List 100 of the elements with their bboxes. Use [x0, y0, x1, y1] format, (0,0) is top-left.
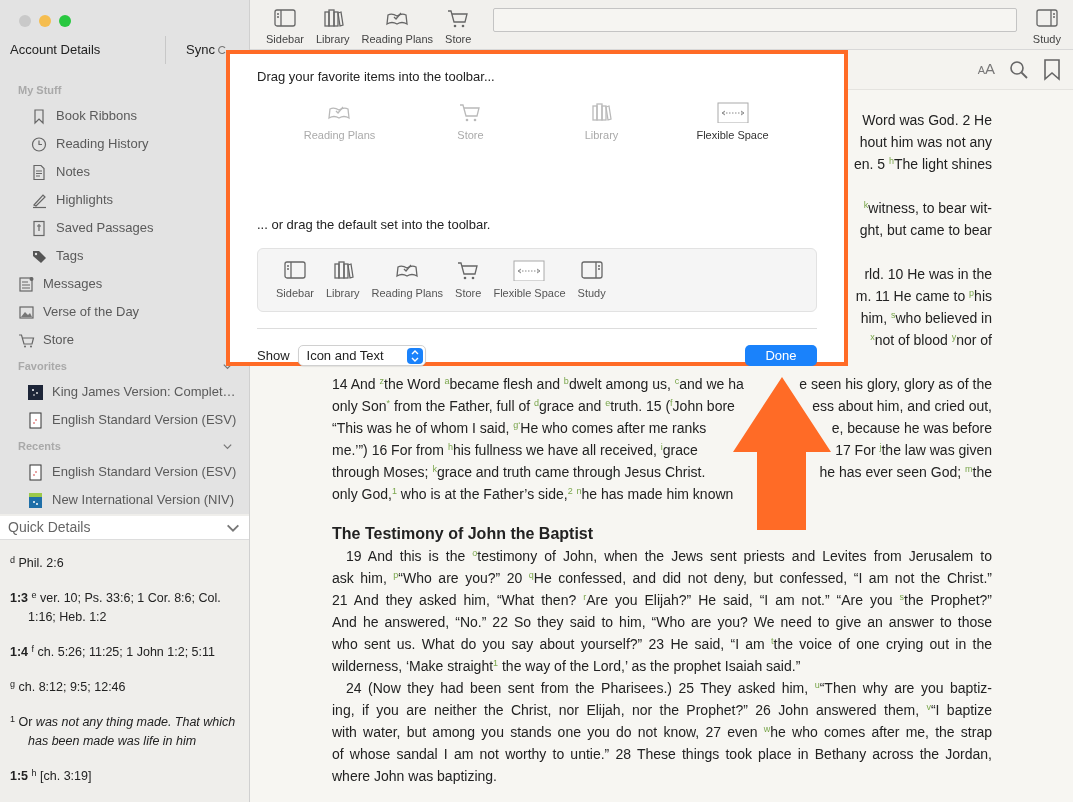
sync-icon[interactable] — [217, 44, 227, 56]
toolbar-button[interactable]: Library — [311, 6, 354, 47]
text-line: $^{k}$witness, to bear wit- — [863, 200, 992, 216]
document-icon — [31, 219, 48, 237]
toolbar-item[interactable]: Store — [455, 258, 482, 302]
nav-item[interactable]: Book Ribbons — [0, 102, 249, 130]
toolbar-item[interactable]: Study — [577, 258, 606, 302]
text-line: 14 And $^{z}$the Word $^{a}$became flesh and $^{b}$dwelt among us, $^{c}$and we ha — [332, 374, 744, 394]
book-cover-icon — [27, 383, 44, 401]
picture-icon — [18, 303, 35, 321]
text-line: ess about him, and cried out, — [812, 397, 992, 416]
toolbar-button[interactable]: Reading Plans — [357, 6, 438, 47]
footnote: $^{d}$ Phil. 2:6 — [10, 554, 65, 572]
panel-title: Quick Details — [8, 518, 91, 537]
default-set-panel[interactable]: Sidebar Library Reading Plans Store Flexible Space Study — [257, 248, 817, 312]
nav-item[interactable]: Reading History — [0, 130, 249, 158]
nav-item[interactable]: Store — [0, 326, 249, 354]
book-cover-icon — [27, 463, 44, 481]
nav-item[interactable]: Saved Passages — [0, 214, 249, 242]
flex-icon — [716, 100, 749, 123]
text-line: ght, but came to bear — [859, 222, 992, 238]
dialog-instruction: Drag your favorite items into the toolbar... — [257, 68, 496, 86]
nav-item[interactable]: English Standard Version (ESV) — [0, 458, 249, 486]
nav-item[interactable]: New International Version (NIV) — [0, 486, 249, 514]
text-line: 21 And they asked him, “What then? $^{r}$Are you Elijah?” He said, “I am not.” “Are you $^{s}$the Prophet?” — [332, 590, 992, 610]
search-icon[interactable] — [1009, 59, 1029, 80]
toolbar-item: Library — [536, 100, 667, 185]
zoom-window-icon[interactable] — [59, 15, 71, 27]
footnote: $^{g}$ ch. 8:12; 9:5; 12:46 — [10, 678, 127, 696]
flex-icon — [513, 258, 546, 281]
text-line: 19 And this is the $^{o}$testimony of John, when the Jews sent priests and Levites from Jerusalem to — [345, 546, 992, 566]
bookmark-icon[interactable] — [1043, 58, 1061, 81]
toolbar-item[interactable]: Reading Plans — [371, 258, 444, 302]
footnote: 1:4 $^{f}$ ch. 5:26; 11:25; 1 John 1:2; 5:11 — [10, 643, 216, 661]
text-line: And he answered, “No.” 22 So they said to him, “Who are you? We need to give an answer to those — [332, 613, 992, 632]
nav-item[interactable]: Verse of the Day — [0, 298, 249, 326]
sync-tab[interactable]: Sync — [186, 40, 215, 60]
footnote: $^{1}$ Or was not any thing made. That which has been made was life in him — [10, 713, 237, 750]
show-select[interactable]: Icon and Text — [297, 345, 426, 366]
nav-item[interactable]: King James Version: Complet… — [0, 378, 249, 406]
toolbar-item[interactable]: Flexible Space — [667, 100, 798, 185]
text-line: 17 For $^{j}$the law was given — [835, 440, 992, 460]
text-line: wilderness, ‘Make straight$^{1}$ the way of the Lord,’ as the prophet Isaiah said.” — [332, 656, 802, 676]
nav-item[interactable]: Tags — [0, 242, 249, 270]
toolbar-button[interactable]: Sidebar — [262, 6, 308, 47]
search-field[interactable] — [493, 8, 1017, 32]
footnote: 1:5 $^{h}$ [ch. 3:19] — [10, 767, 93, 785]
section-heading: The Testimony of John the Baptist — [332, 524, 595, 544]
text-line: through Moses; $^{k}$grace and truth came through Jesus Christ. — [332, 462, 706, 482]
toolbar-button[interactable]: Study — [1028, 6, 1065, 47]
text-line: rld. 10 He was in the — [864, 266, 992, 282]
toolbar-item[interactable]: Sidebar — [276, 258, 314, 302]
text-line: e, because he was before — [831, 419, 992, 438]
section-header: Recents — [18, 438, 61, 454]
text-line: $^{x}$not of blood $^{y}$nor of — [870, 332, 992, 348]
toolbar-item[interactable]: Library — [325, 258, 360, 302]
sidebar-icon — [272, 6, 297, 29]
toolbar-item[interactable]: Flexible Space — [493, 258, 566, 302]
text-line: Word was God. 2 He — [862, 112, 992, 128]
cart-icon — [18, 331, 35, 349]
text-line: who sent us. What do you say about yourself?” 23 He said, “I am $^{t}$the voice of one crying out in the — [332, 634, 992, 654]
study-icon — [1034, 6, 1059, 29]
toolbar-item: Store — [405, 100, 536, 185]
footnote: 1:3 $^{e}$ ver. 10; Ps. 33:6; 1 Cor. 8:6; Col. 1:16; Heb. 1:2 — [10, 589, 222, 626]
text-line: of whose sandal I am not worthy to untie.” 28 These things took place in Bethany across the Jordan, — [332, 745, 992, 764]
text-size-button[interactable]: AA — [977, 58, 995, 81]
note-icon — [31, 163, 48, 181]
study-icon — [579, 258, 604, 281]
done-button[interactable]: Done — [745, 345, 817, 366]
nav-item[interactable]: Notes — [0, 158, 249, 186]
text-line: m. 11 He came to $^{p}$his — [855, 288, 992, 304]
section-header: Favorites — [18, 358, 67, 374]
section-header: My Stuff — [18, 82, 62, 98]
account-details-tab[interactable]: Account Details — [0, 40, 165, 60]
field-label: Show — [257, 346, 290, 365]
nav-item[interactable]: English Standard Version (ESV) — [0, 406, 249, 434]
sidebar-icon — [282, 258, 307, 281]
nav-item[interactable]: Highlights — [0, 186, 249, 214]
book-cover-icon — [27, 411, 44, 429]
toolbar-item: Reading Plans — [274, 100, 405, 185]
text-line: e seen his glory, glory as of the — [799, 375, 992, 394]
toolbar-button[interactable]: Store — [441, 6, 476, 47]
dialog-instruction: ... or drag the default set into the toolbar. — [257, 215, 492, 234]
text-line: him, $^{s}$who believed in — [860, 310, 992, 326]
text-line: ask him, $^{p}$“Who are you?” 20 $^{q}$He confessed, and did not deny, but confessed, “I am not the Christ.” — [332, 568, 992, 588]
stepper-icon — [410, 349, 419, 362]
text-line: he has ever seen God; $^{m}$the — [819, 462, 992, 482]
text-line: me.’”) 16 For from $^{h}$his fullness we have all received, $^{i}$grace — [332, 440, 698, 460]
clock-icon — [31, 135, 48, 153]
text-line: hout him was not any — [859, 134, 992, 150]
text-line: only Son$^{*}$ from the Father, full of $^{d}$grace and $^{e}$truth. 15 ($^{f}$John bore — [332, 396, 735, 416]
text-line: where John was baptizing. — [332, 767, 498, 786]
book-cover-icon — [27, 491, 44, 509]
text-line: ing, if you are neither the Christ, nor Elijah, nor the Prophet?” 26 John answered them, $^{v}$“I baptize — [332, 700, 992, 720]
text-line: only God,$^{1}$ who is at the Father’s side,$^{2}$ $^{n}$he has made him known — [332, 484, 735, 504]
text-line: with water, but among you stands one you do not know, 27 even $^{w}$he who comes after me, the strap — [332, 722, 992, 742]
text-line: 24 (Now they had been sent from the Pharisees.) 25 They asked him, $^{u}$“Then why are you baptiz- — [345, 678, 992, 698]
message-icon — [18, 275, 35, 293]
nav-item[interactable]: Messages — [0, 270, 249, 298]
text-line: “This was he of whom I said, $^{g‘}$He who comes after me ranks — [332, 418, 707, 438]
